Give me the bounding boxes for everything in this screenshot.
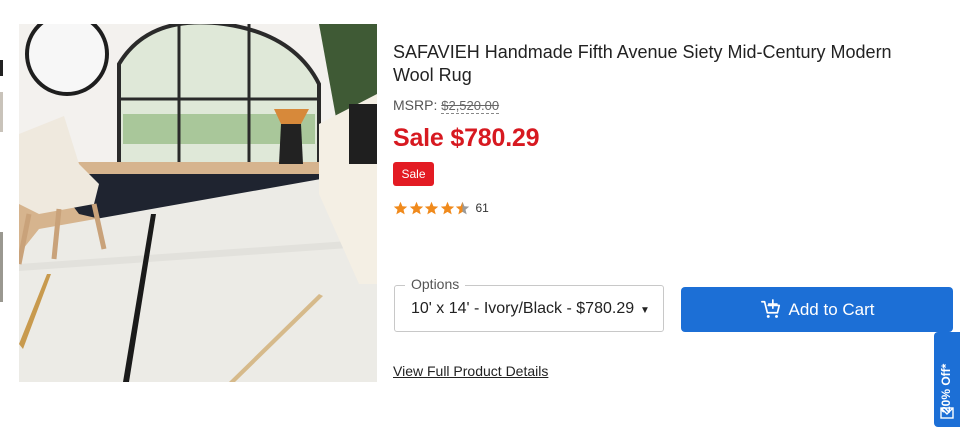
sale-badge: Sale [393,162,434,186]
msrp-value: $2,520.00 [441,98,500,114]
star-icon [393,201,408,214]
promo-label: 20% Off* [939,363,953,413]
view-full-details-link[interactable]: View Full Product Details [393,363,548,379]
options-label: Options [405,276,466,292]
rating[interactable]: 61 [393,200,489,216]
thumbnail-2[interactable] [0,92,3,132]
promo-tab[interactable]: 20% Off* [934,332,960,427]
thumbnail-1[interactable] [0,60,3,76]
product-image[interactable] [19,24,377,382]
rating-stars [393,201,471,216]
thumbnail-3[interactable] [0,232,3,302]
chevron-down-icon[interactable]: ▼ [640,305,650,316]
envelope-icon [940,407,954,419]
add-to-cart-label: Add to Cart [788,299,875,319]
msrp-label: MSRP: [393,97,442,113]
cart-plus-icon [760,298,780,318]
msrp: MSRP: $2,520.00 [393,97,500,114]
review-count: 61 [475,201,489,215]
star-icon [455,201,470,214]
options-selected-value[interactable]: 10' x 14' - Ivory/Black - $780.29 [411,300,647,318]
product-title: SAFAVIEH Handmade Fifth Avenue Siety Mid… [393,42,892,85]
star-icon [424,201,439,214]
star-icon [440,201,454,214]
star-icon [409,201,423,214]
sale-price: Sale $780.29 [393,124,540,152]
add-to-cart-button[interactable]: Add to Cart [681,287,953,332]
